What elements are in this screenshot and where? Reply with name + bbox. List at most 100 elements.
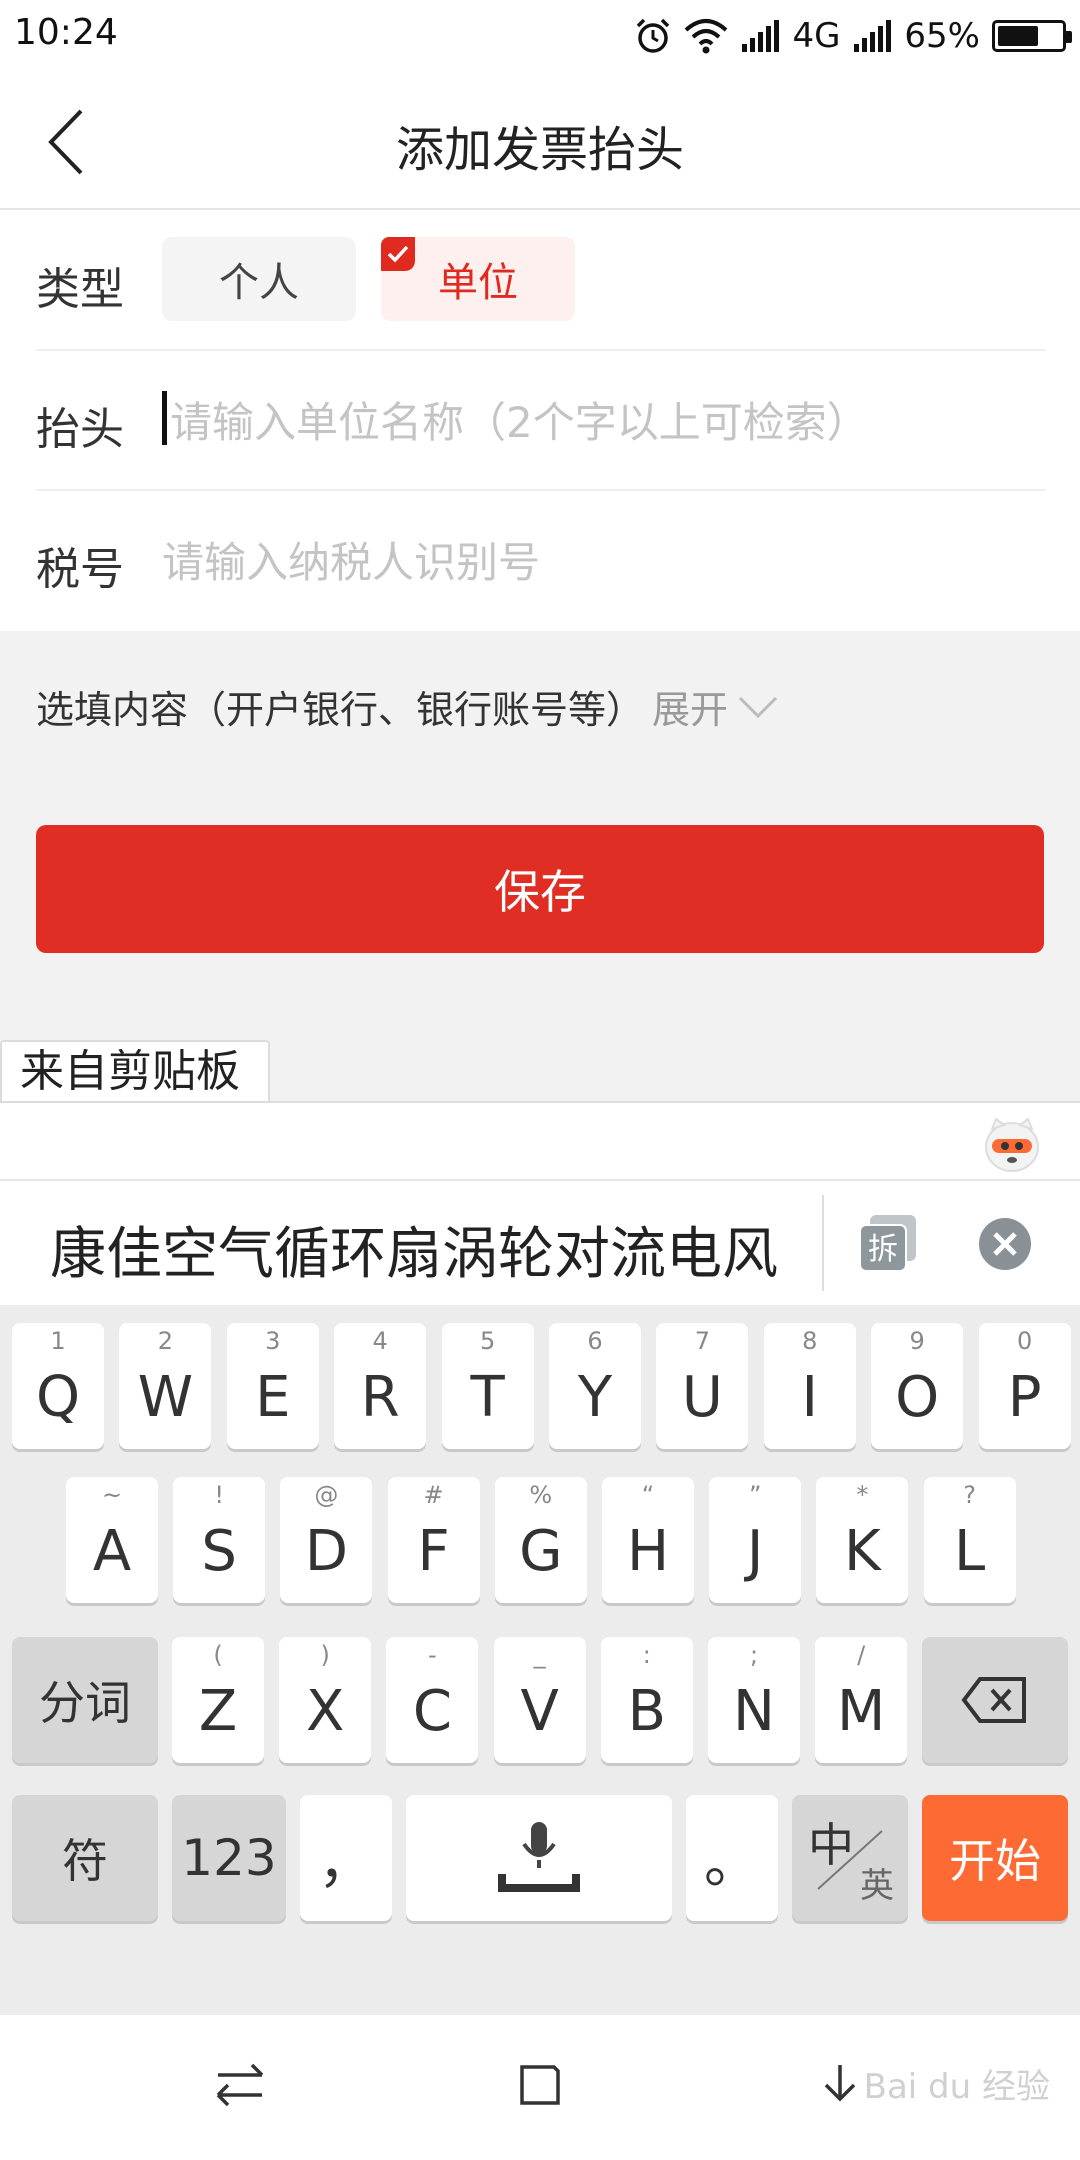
key-m[interactable]: / M: [815, 1637, 908, 1763]
key-r[interactable]: 4R: [334, 1323, 427, 1449]
status-time: 10:24: [14, 12, 118, 53]
key-label: E: [255, 1364, 291, 1430]
key-label: L: [953, 1518, 986, 1584]
key-hint: 8: [802, 1327, 818, 1355]
key-hint: -: [428, 1641, 437, 1669]
status-bar: 10:24 4G 65%: [0, 0, 1080, 72]
back-nav-icon[interactable]: [810, 2055, 870, 2115]
close-icon[interactable]: [978, 1217, 1032, 1271]
key-label: N: [733, 1678, 775, 1744]
key-c[interactable]: -C: [386, 1637, 479, 1763]
key-o[interactable]: 9O: [871, 1323, 964, 1449]
title-input[interactable]: 请输入单位名称（2个字以上可检索）: [170, 389, 869, 450]
key-label: Y: [577, 1364, 613, 1430]
comma-key[interactable]: ，: [300, 1795, 392, 1921]
key-n[interactable]: ; N: [708, 1637, 800, 1763]
signal-icon-2: [852, 18, 892, 54]
space-key[interactable]: [406, 1795, 672, 1921]
home-icon[interactable]: [510, 2055, 570, 2115]
optional-label: 选填内容（开户银行、银行账号等）: [36, 688, 645, 732]
key-s[interactable]: ! S: [173, 1477, 266, 1603]
word-segment-key[interactable]: 分词: [12, 1637, 158, 1763]
key-a[interactable]: ~ A: [66, 1477, 158, 1603]
navigation-bar: Bai du 经验: [0, 2015, 1080, 2160]
backspace-icon: [961, 1677, 1026, 1723]
key-label: V: [520, 1678, 559, 1744]
type-option-company[interactable]: 单位: [381, 237, 575, 321]
key-hint: *: [856, 1481, 869, 1509]
tax-label: 税号: [36, 544, 124, 595]
key-label: T: [470, 1364, 505, 1430]
key-d[interactable]: @ D: [280, 1477, 373, 1603]
header: 添加发票抬头: [0, 72, 1080, 210]
page-title: 添加发票抬头: [395, 122, 684, 178]
key-i[interactable]: 8I: [763, 1323, 856, 1449]
battery-level: [998, 26, 1039, 46]
key-e[interactable]: 3E: [226, 1323, 319, 1449]
comma-key-label: ，: [318, 1830, 374, 1896]
start-key[interactable]: 开始: [922, 1795, 1068, 1921]
key-hint: 2: [157, 1327, 174, 1355]
clipboard-text[interactable]: 康佳空气循环扇涡轮对流电风: [50, 1209, 820, 1290]
key-hint: ~: [101, 1481, 123, 1509]
key-f[interactable]: # F: [387, 1477, 480, 1603]
key-hint: /: [857, 1641, 866, 1669]
key-b[interactable]: :B: [600, 1637, 693, 1763]
numbers-key[interactable]: 123: [172, 1795, 286, 1921]
switch-apps-icon[interactable]: [210, 2055, 270, 2115]
key-p[interactable]: 0P: [978, 1323, 1071, 1449]
key-u[interactable]: 7U: [656, 1323, 749, 1449]
key-hint: ): [320, 1641, 330, 1669]
period-key[interactable]: 。: [686, 1795, 778, 1921]
key-label: D: [304, 1518, 348, 1584]
key-hint: !: [214, 1481, 224, 1509]
key-w[interactable]: 2W: [119, 1323, 212, 1449]
key-hint: #: [423, 1481, 444, 1509]
key-label: J: [746, 1518, 764, 1584]
key-label: A: [92, 1518, 132, 1584]
key-label: B: [627, 1678, 666, 1744]
key-label: I: [801, 1364, 819, 1430]
key-hint: 0: [1016, 1327, 1033, 1355]
key-hint: 1: [50, 1327, 66, 1355]
period-key-label: 。: [704, 1830, 760, 1896]
chevron-down-icon: [738, 696, 778, 718]
key-g[interactable]: % G: [494, 1477, 587, 1603]
type-option-personal[interactable]: 个人: [162, 237, 356, 321]
language-toggle-key[interactable]: 中 英: [792, 1795, 908, 1921]
key-label: W: [137, 1364, 194, 1430]
backspace-key[interactable]: [922, 1637, 1068, 1763]
key-hint: 4: [372, 1327, 388, 1355]
keyboard: 符 123 ， 。 中 英 开始 1 Q 2 W 3 E 4 R 5 T 6 Y 7 U 8 I 9 O 0 P ~ A!…: [0, 1305, 1080, 2015]
type-option-company-label: 单位: [438, 260, 518, 306]
key-hint: 5: [479, 1327, 496, 1355]
key-label: S: [201, 1518, 237, 1584]
title-label: 抬头: [36, 404, 124, 455]
alarm-icon: [634, 17, 672, 55]
key-l[interactable]: ? L: [923, 1477, 1016, 1603]
key-t[interactable]: 5T: [441, 1323, 534, 1449]
key-h[interactable]: “H: [602, 1477, 694, 1603]
key-hint: 6: [587, 1327, 603, 1355]
key-j[interactable]: ” J: [709, 1477, 802, 1603]
tax-input[interactable]: 请输入纳税人识别号: [162, 529, 540, 590]
key-v[interactable]: _ V: [493, 1637, 586, 1763]
clipboard-tab[interactable]: 来自剪贴板: [0, 1040, 270, 1102]
key-label: R: [360, 1364, 400, 1430]
key-label: C: [412, 1678, 452, 1744]
key-k[interactable]: * K: [816, 1477, 909, 1603]
key-x[interactable]: ) X: [279, 1637, 372, 1763]
key-z[interactable]: (Z: [172, 1637, 264, 1763]
split-icon[interactable]: 拆: [856, 1211, 920, 1275]
key-hint: @: [314, 1481, 339, 1509]
key-label: F: [417, 1518, 450, 1584]
optional-toggle[interactable]: 选填内容（开户银行、银行账号等） 展开: [36, 679, 780, 734]
key-y[interactable]: 6Y: [549, 1323, 641, 1449]
symbols-key[interactable]: 符: [12, 1795, 158, 1921]
save-button[interactable]: 保存: [36, 825, 1044, 953]
ime-mascot-icon[interactable]: [982, 1113, 1042, 1173]
watermark: Bai du 经验: [863, 2067, 1050, 2107]
title-row: 抬头 请输入单位名称（2个字以上可检索）: [36, 351, 1046, 491]
wifi-icon: [684, 18, 728, 54]
key-q[interactable]: 1Q: [12, 1323, 104, 1449]
